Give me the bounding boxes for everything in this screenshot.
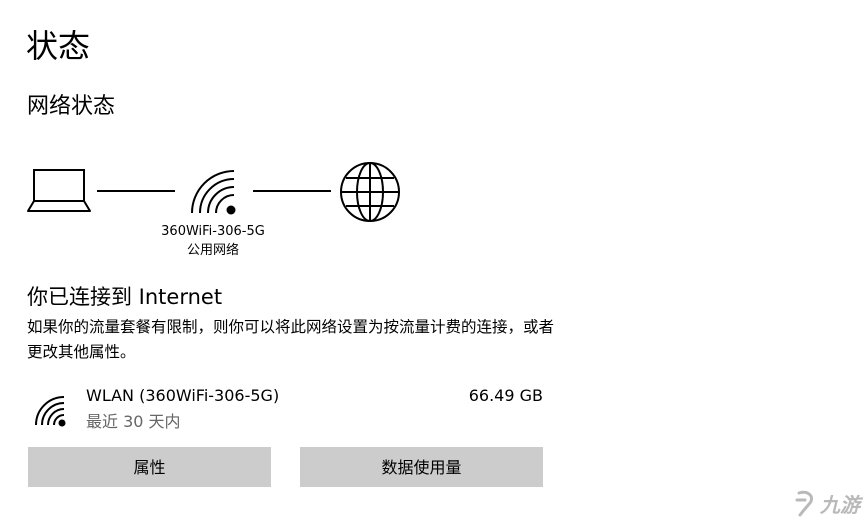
connection-status-title: 你已连接到 Internet	[27, 285, 223, 309]
wifi-signal-icon	[35, 396, 66, 427]
globe-icon	[340, 162, 400, 222]
watermark-text: 九游	[820, 493, 860, 517]
usage-period: 最近 30 天内	[86, 412, 181, 431]
page-title: 状态	[26, 27, 91, 65]
laptop-icon	[27, 169, 91, 212]
watermark: 九游	[791, 489, 860, 518]
network-ssid: 360WiFi-306-5G	[161, 224, 265, 239]
connection-line	[97, 190, 175, 192]
connection-line	[253, 190, 331, 192]
usage-amount: 66.49 GB	[468, 386, 543, 405]
data-usage-button[interactable]: 数据使用量	[300, 447, 543, 487]
section-title-network-status: 网络状态	[27, 94, 116, 119]
watermark-logo-icon	[795, 490, 814, 516]
network-caption: 360WiFi-306-5G 公用网络	[138, 222, 288, 260]
network-profile: 公用网络	[186, 243, 239, 258]
properties-button[interactable]: 属性	[28, 447, 271, 487]
connection-status-description: 如果你的流量套餐有限制，则你可以将此网络设置为按流量计费的连接，或者更改其他属性…	[27, 318, 555, 361]
adapter-name: WLAN (360WiFi-306-5G)	[86, 386, 280, 405]
adapter-usage-row: WLAN (360WiFi-306-5G) 最近 30 天内 66.49 GB	[28, 382, 548, 436]
wifi-icon	[191, 170, 236, 215]
